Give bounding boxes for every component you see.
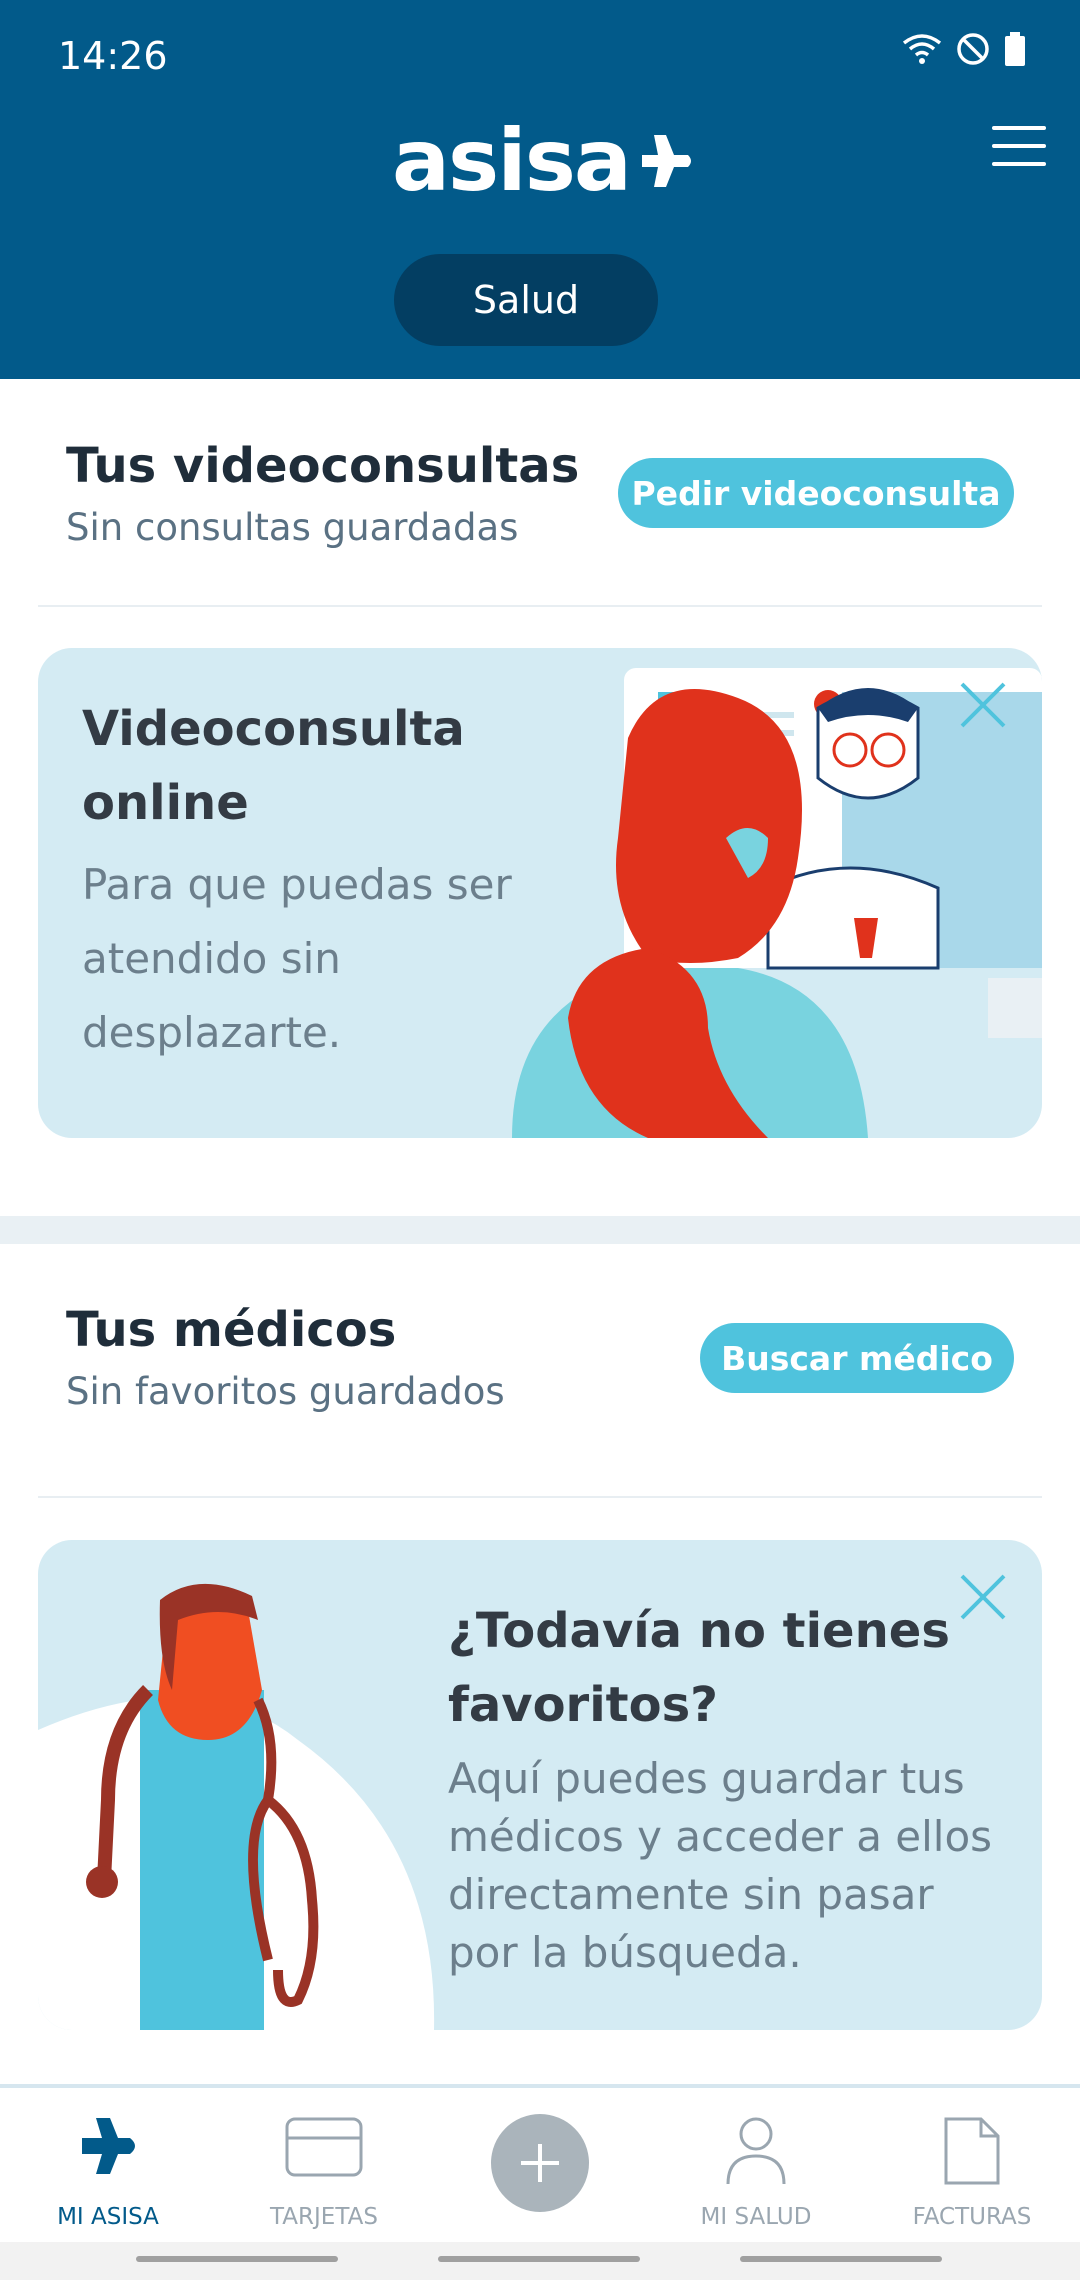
- asisa-logo: asisa: [392, 118, 694, 204]
- battery-icon: [1005, 32, 1025, 66]
- close-icon[interactable]: [956, 1570, 1010, 1624]
- promo-body-line1: Para que puedas ser: [82, 860, 512, 909]
- nav-pill[interactable]: [740, 2256, 942, 2262]
- nav-pill[interactable]: [438, 2256, 640, 2262]
- fav-body-line2: médicos y acceder a ellos: [448, 1812, 993, 1861]
- fav-title-line2: favoritos?: [448, 1677, 718, 1733]
- person-icon: [726, 2117, 786, 2185]
- system-navigation-bar: [0, 2242, 1080, 2280]
- status-time: 14:26: [58, 34, 168, 78]
- app-header: 14:26 asisa Salud: [0, 0, 1080, 379]
- hamburger-menu-icon[interactable]: [992, 126, 1050, 172]
- close-icon[interactable]: [956, 678, 1010, 732]
- doctor-illustration: [38, 1583, 435, 2030]
- fav-body-line4: por la búsqueda.: [448, 1928, 802, 1977]
- tab-tarjetas[interactable]: TARJETAS: [224, 2088, 424, 2238]
- promo-title-line2: online: [82, 775, 249, 831]
- videoconsulta-illustration: [512, 668, 1042, 1138]
- videoconsultas-title: Tus videoconsultas: [66, 438, 580, 494]
- asisa-plane-icon: [82, 2118, 135, 2174]
- fav-title-line1: ¿Todavía no tienes: [448, 1603, 950, 1659]
- nav-pill[interactable]: [136, 2256, 338, 2262]
- tab-facturas[interactable]: FACTURAS: [872, 2088, 1072, 2238]
- divider: [38, 605, 1042, 607]
- wifi-icon: [902, 34, 942, 64]
- divider: [38, 1496, 1042, 1498]
- logo-text: asisa: [392, 111, 632, 211]
- tab-label: MI SALUD: [700, 2204, 812, 2230]
- medicos-subtitle: Sin favoritos guardados: [66, 1370, 505, 1413]
- asisa-plane-logo-icon: [641, 135, 691, 187]
- add-button[interactable]: [491, 2114, 589, 2212]
- medicos-title: Tus médicos: [66, 1302, 397, 1358]
- status-icons: [902, 32, 1026, 66]
- promo-body-line2: atendido sin: [82, 934, 341, 983]
- buscar-medico-button[interactable]: Buscar médico: [700, 1323, 1014, 1393]
- favoritos-promo-card[interactable]: ¿Todavía no tienes favoritos? Aquí puede…: [38, 1540, 1042, 2030]
- segment-salud-button[interactable]: Salud: [394, 254, 658, 346]
- tab-label: TARJETAS: [270, 2204, 378, 2230]
- section-separator: [0, 1216, 1080, 1244]
- videoconsulta-promo-card[interactable]: Videoconsulta online Para que puedas ser…: [38, 648, 1042, 1138]
- promo-body-line3: desplazarte.: [82, 1008, 342, 1057]
- document-icon: [944, 2117, 1000, 2185]
- fav-body-line3: directamente sin pasar: [448, 1870, 934, 1919]
- tab-label: MI ASISA: [57, 2204, 159, 2230]
- tab-label: FACTURAS: [912, 2204, 1032, 2230]
- fav-body-line1: Aquí puedes guardar tus: [448, 1754, 965, 1803]
- promo-title-line1: Videoconsulta: [82, 701, 465, 757]
- tab-mi-asisa[interactable]: MI ASISA: [8, 2088, 208, 2238]
- card-icon: [285, 2117, 363, 2177]
- pedir-videoconsulta-button[interactable]: Pedir videoconsulta: [618, 458, 1014, 528]
- do-not-disturb-icon: [957, 33, 989, 65]
- videoconsultas-subtitle: Sin consultas guardadas: [66, 506, 519, 549]
- tab-mi-salud[interactable]: MI SALUD: [656, 2088, 856, 2238]
- plus-icon: [521, 2144, 559, 2182]
